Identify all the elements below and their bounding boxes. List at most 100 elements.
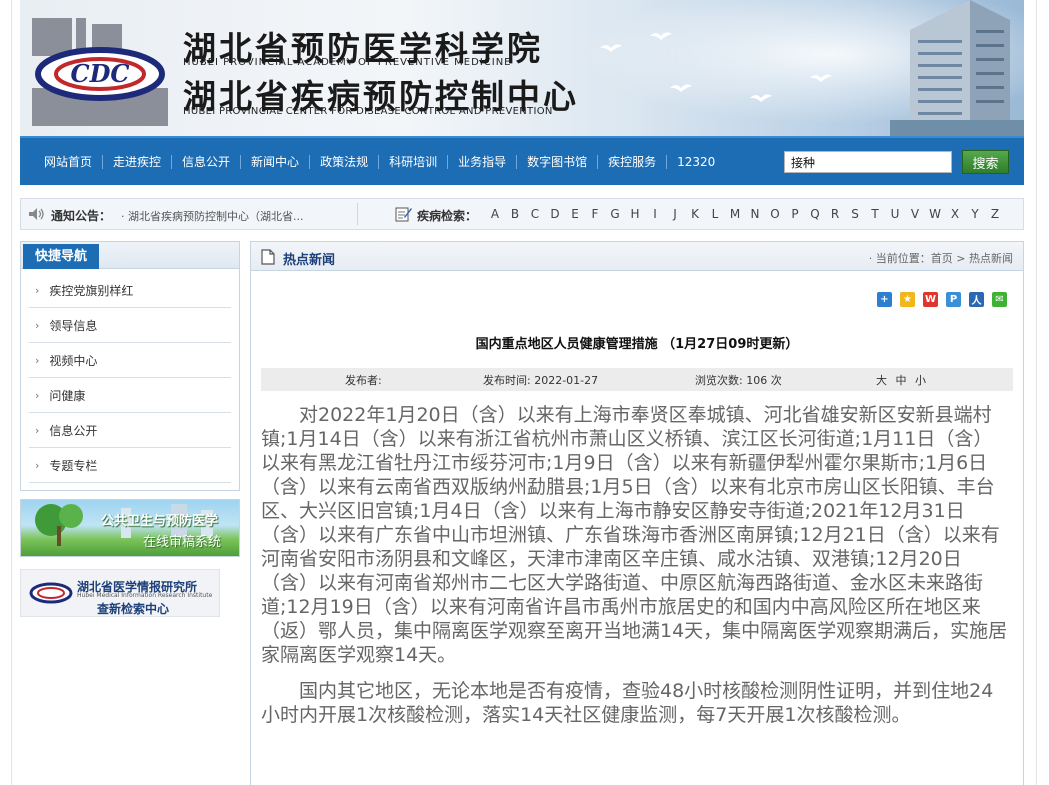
sidebar-item-label: 信息公开	[49, 423, 98, 438]
institute-name-en: Hubei Medical Information Research Insti…	[77, 592, 213, 599]
letter-link[interactable]: K	[685, 207, 705, 221]
review-system-banner[interactable]: 公共卫生与预防医学 在线审稿系统	[20, 499, 240, 557]
view-count: 浏览次数: 106 次	[695, 374, 782, 387]
letter-link[interactable]: U	[885, 207, 905, 221]
review-system-subtitle: 在线审稿系统	[143, 535, 222, 550]
letter-link[interactable]: T	[865, 207, 885, 221]
letter-link[interactable]: P	[785, 207, 805, 221]
notice-label: 通知公告：	[51, 209, 112, 223]
breadcrumb-prefix: · 当前位置：	[868, 252, 931, 265]
nav-item-home[interactable]: 网站首页	[34, 153, 102, 170]
news-panel: 热点新闻 · 当前位置：首页 > 热点新闻 + ★ W P 人 ✉ 国内重点地区…	[250, 241, 1024, 785]
search-button[interactable]: 搜索	[962, 150, 1009, 174]
nav-item-guidance[interactable]: 业务指导	[448, 153, 516, 170]
quick-nav-header: 快捷导航	[21, 242, 239, 269]
nav-item-about[interactable]: 走进疾控	[103, 153, 171, 170]
nav-item-research[interactable]: 科研培训	[379, 153, 447, 170]
font-size-small[interactable]: 小	[915, 374, 926, 387]
sidebar-item-label: 专题专栏	[49, 458, 98, 473]
letter-link[interactable]: L	[705, 207, 725, 221]
site-banner: CDC 湖北省预防医学科学院 HUBEI PROVINCIAL ACADEMY …	[20, 0, 1024, 136]
building-image	[890, 0, 1024, 136]
letter-link[interactable]: C	[525, 207, 545, 221]
breadcrumb-current[interactable]: 热点新闻	[969, 252, 1013, 265]
chevron-right-icon: ›	[35, 388, 40, 402]
share-more-icon[interactable]: +	[877, 292, 892, 307]
font-size-medium[interactable]: 中	[896, 374, 907, 387]
dove-icon	[600, 44, 622, 52]
weibo-share-icon[interactable]: W	[923, 292, 938, 307]
letter-link[interactable]: G	[605, 207, 625, 221]
letter-link[interactable]: O	[765, 207, 785, 221]
letter-link[interactable]: N	[745, 207, 765, 221]
nav-item-hotline[interactable]: 12320	[667, 155, 725, 169]
sidebar-item-leaders[interactable]: › 领导信息	[29, 308, 231, 343]
sidebar-item-disclosure[interactable]: › 信息公开	[29, 413, 231, 448]
chevron-right-icon: ›	[35, 458, 40, 472]
section-title: 热点新闻	[283, 253, 336, 268]
font-size-large[interactable]: 大	[876, 374, 887, 387]
sidebar-item-video[interactable]: › 视频中心	[29, 343, 231, 378]
tencent-share-icon[interactable]: P	[946, 292, 961, 307]
letter-link[interactable]: A	[485, 207, 505, 221]
qzone-share-icon[interactable]: ★	[900, 292, 915, 307]
breadcrumb-home-link[interactable]: 首页	[931, 252, 953, 265]
info-institute-banner[interactable]: 湖北省医学情报研究所 Hubei Medical Information Res…	[20, 569, 220, 617]
sidebar-item-health-qa[interactable]: › 问健康	[29, 378, 231, 413]
notice-bar: 通知公告： · 湖北省疾病预防控制中心（湖北省... 疾病检索： A B C D…	[20, 198, 1024, 230]
nav-item-services[interactable]: 疾控服务	[598, 153, 666, 170]
dove-icon	[750, 94, 772, 102]
letter-link[interactable]: X	[945, 207, 965, 221]
search-input[interactable]	[784, 151, 952, 173]
letter-link[interactable]: Q	[805, 207, 825, 221]
publisher-label: 发布者:	[345, 374, 382, 387]
cdc-logo: CDC	[32, 18, 168, 126]
cdc-mini-logo	[29, 582, 73, 604]
letter-link[interactable]: M	[725, 207, 745, 221]
chevron-right-icon: ›	[35, 283, 40, 297]
letter-link[interactable]: V	[905, 207, 925, 221]
nav-item-library[interactable]: 数字图书馆	[517, 153, 597, 170]
share-toolbar: + ★ W P 人 ✉	[869, 292, 1007, 307]
letter-link[interactable]: E	[565, 207, 585, 221]
letter-link[interactable]: I	[645, 207, 665, 221]
publish-time: 发布时间: 2022-01-27	[483, 374, 599, 387]
letter-link[interactable]: J	[665, 207, 685, 221]
letter-link[interactable]: D	[545, 207, 565, 221]
wechat-share-icon[interactable]: ✉	[992, 292, 1007, 307]
sidebar-item-label: 疾控党旗别样红	[49, 283, 134, 298]
nav-item-policy[interactable]: 政策法规	[310, 153, 378, 170]
nav-item-disclosure[interactable]: 信息公开	[172, 153, 240, 170]
notice-divider	[357, 203, 358, 225]
article-paragraph: 国内其它地区，无论本地是否有疫情，查验48小时核酸检测阴性证明，并到住地24小时…	[261, 680, 994, 726]
nav-menu: 网站首页 走进疾控 信息公开 新闻中心 政策法规 科研培训 业务指导 数字图书馆…	[34, 153, 725, 170]
letter-link[interactable]: H	[625, 207, 645, 221]
review-system-title: 公共卫生与预防医学	[101, 514, 219, 529]
dove-icon	[810, 74, 832, 82]
letter-link[interactable]: F	[585, 207, 605, 221]
letter-link[interactable]: S	[845, 207, 865, 221]
sidebar-item-topics[interactable]: › 专题专栏	[29, 448, 231, 483]
letter-link[interactable]: Z	[985, 207, 1005, 221]
article-meta: 发布者: 发布时间: 2022-01-27 浏览次数: 106 次 大 中 小	[261, 368, 1013, 391]
quick-nav-list: › 疾控党旗别样红 › 领导信息 › 视频中心 › 问健康 › 信息公开 › 专题专栏	[21, 273, 239, 483]
article-body: 对2022年1月20日（含）以来有上海市奉贤区奉城镇、河北省雄安新区安新县端村镇…	[261, 403, 1008, 739]
nav-item-news[interactable]: 新闻中心	[241, 153, 309, 170]
edit-search-icon	[395, 207, 412, 222]
letter-index: A B C D E F G H I J K L M N O P Q R S T …	[485, 207, 1005, 221]
article-title: 国内重点地区人员健康管理措施 （1月27日09时更新）	[475, 337, 799, 352]
quick-nav-title: 快捷导航	[23, 244, 99, 269]
cdc-name-en: HUBEI PROVINCIAL CENTER FOR DISEASE CONT…	[183, 106, 553, 117]
sidebar-item-label: 领导信息	[49, 318, 98, 333]
letter-link[interactable]: Y	[965, 207, 985, 221]
main-nav: 网站首页 走进疾控 信息公开 新闻中心 政策法规 科研培训 业务指导 数字图书馆…	[20, 136, 1024, 185]
chevron-right-icon: ›	[35, 353, 40, 367]
letter-link[interactable]: W	[925, 207, 945, 221]
article-paragraph: 对2022年1月20日（含）以来有上海市奉贤区奉城镇、河北省雄安新区安新县端村镇…	[261, 404, 1008, 666]
letter-link[interactable]: B	[505, 207, 525, 221]
renren-share-icon[interactable]: 人	[969, 292, 984, 307]
sidebar-item-party[interactable]: › 疾控党旗别样红	[29, 273, 231, 308]
institute-name-en: HUBEI PROVINCIAL ACADEMY OF PREVENTIVE M…	[183, 57, 512, 68]
letter-link[interactable]: R	[825, 207, 845, 221]
notice-link[interactable]: · 湖北省疾病预防控制中心（湖北省...	[121, 208, 303, 224]
